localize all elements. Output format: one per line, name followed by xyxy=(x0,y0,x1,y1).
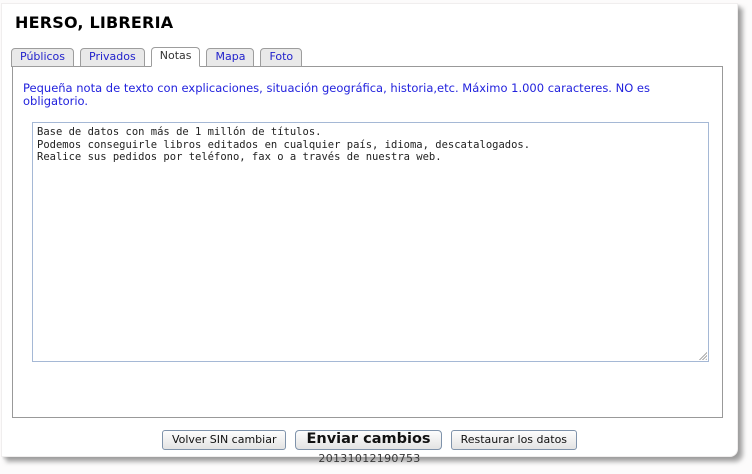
restaurar-datos-button[interactable]: Restaurar los datos xyxy=(450,430,578,450)
tab-foto[interactable]: Foto xyxy=(260,48,303,67)
tab-bar: Públicos Privados Notas Mapa Foto xyxy=(11,47,737,67)
notes-textarea[interactable]: Base de datos con más de 1 millón de tít… xyxy=(32,122,709,362)
enviar-cambios-button[interactable]: Enviar cambios xyxy=(295,430,442,450)
instructions-text: Pequeña nota de texto con explicaciones,… xyxy=(23,81,650,108)
footer-actions: Volver SIN cambiar Enviar cambios Restau… xyxy=(2,430,737,450)
timestamp: 20131012190753 xyxy=(318,452,421,465)
tab-mapa[interactable]: Mapa xyxy=(206,48,255,67)
tab-notas[interactable]: Notas xyxy=(150,47,201,67)
notes-textarea-wrap: Base de datos con más de 1 millón de tít… xyxy=(32,122,709,362)
notes-panel: Pequeña nota de texto con explicaciones,… xyxy=(12,66,723,418)
tab-publicos[interactable]: Públicos xyxy=(11,48,75,67)
page-title: HERSO, LIBRERIA xyxy=(15,13,174,32)
app-window: HERSO, LIBRERIA Públicos Privados Notas … xyxy=(1,3,738,465)
volver-sin-cambiar-button[interactable]: Volver SIN cambiar xyxy=(161,430,287,450)
tab-privados[interactable]: Privados xyxy=(80,48,145,67)
